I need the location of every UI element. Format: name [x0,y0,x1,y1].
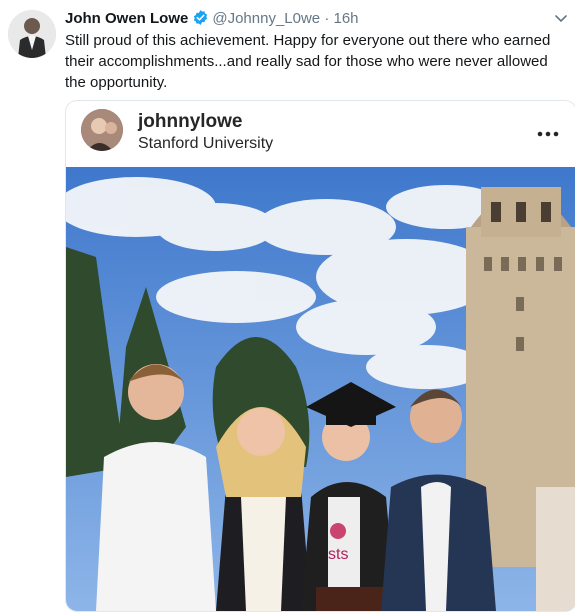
embed-username[interactable]: johnnylowe [138,111,243,133]
more-options-icon[interactable] [536,125,560,137]
separator-dot: · [324,10,330,27]
embed-location[interactable]: Stanford University [138,135,273,153]
tweet-timestamp[interactable]: 16h [334,10,359,27]
author-name[interactable]: John Owen Lowe [65,10,188,27]
stole-text: sts [328,546,348,563]
embedded-post-card[interactable]: johnnylowe Stanford University sts [65,100,575,612]
tweet-text: Still proud of this achievement. Happy f… [65,32,551,91]
embed-header: johnnylowe Stanford University [66,101,575,167]
embed-avatar[interactable] [81,109,123,151]
tweet-header: John Owen Lowe @Johnny_L0we · 16h [65,9,545,32]
author-avatar[interactable] [8,10,56,58]
post-photo[interactable]: sts [66,167,575,611]
verified-badge-icon [192,9,209,32]
author-handle[interactable]: @Johnny_L0we [212,10,320,27]
chevron-down-icon[interactable] [553,10,569,26]
